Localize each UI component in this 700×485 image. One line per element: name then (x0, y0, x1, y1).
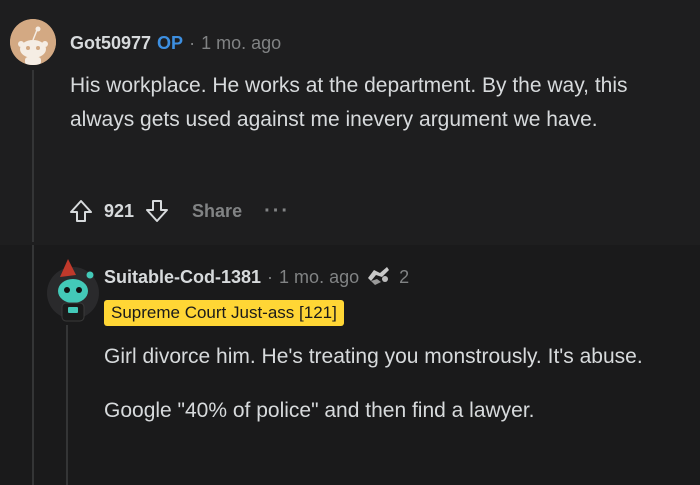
upvote-icon[interactable] (66, 196, 96, 226)
avatar[interactable] (10, 19, 56, 65)
comment-paragraph: Girl divorce him. He's treating you mons… (104, 345, 643, 368)
thread-collapse-line[interactable] (66, 325, 68, 485)
comment-actions: 921 Share ··· (66, 194, 290, 228)
downvote-icon[interactable] (142, 196, 172, 226)
op-tag: OP (157, 32, 184, 53)
award-icon[interactable] (365, 264, 391, 291)
thread-collapse-line[interactable] (32, 245, 34, 485)
timestamp[interactable]: 1 mo. ago (201, 33, 281, 54)
vote-score: 921 (104, 200, 135, 221)
separator-dot: · (267, 266, 274, 287)
username-link[interactable]: Suitable-Cod-1381 (104, 267, 261, 288)
avatar[interactable] (46, 255, 100, 327)
timestamp[interactable]: 1 mo. ago (279, 267, 359, 288)
snoo-avatar-icon (10, 19, 56, 65)
share-button[interactable]: Share (192, 201, 242, 222)
more-options-button[interactable]: ··· (264, 200, 290, 223)
comment-meta: Got50977 OP · 1 mo. ago (70, 30, 281, 56)
comment-meta: Suitable-Cod-1381 · 1 mo. ago 2 (104, 264, 409, 290)
award-count: 2 (399, 266, 410, 287)
snoo-avatar-icon (47, 259, 99, 322)
thread-collapse-line[interactable] (32, 70, 34, 242)
separator-dot: · (189, 32, 196, 53)
comment-paragraph: Google "40% of police" and then find a l… (104, 399, 535, 422)
top-comment: Got50977 OP · 1 mo. ago His workplace. H… (0, 0, 700, 245)
username-link[interactable]: Got50977 (70, 33, 151, 54)
comment-body: Girl divorce him. He's treating you mons… (104, 340, 694, 428)
comment-body: His workplace. He works at the departmen… (70, 74, 628, 131)
comment-thread: Got50977 OP · 1 mo. ago His workplace. H… (0, 0, 700, 485)
user-flair: Supreme Court Just-ass [121] (104, 300, 344, 326)
